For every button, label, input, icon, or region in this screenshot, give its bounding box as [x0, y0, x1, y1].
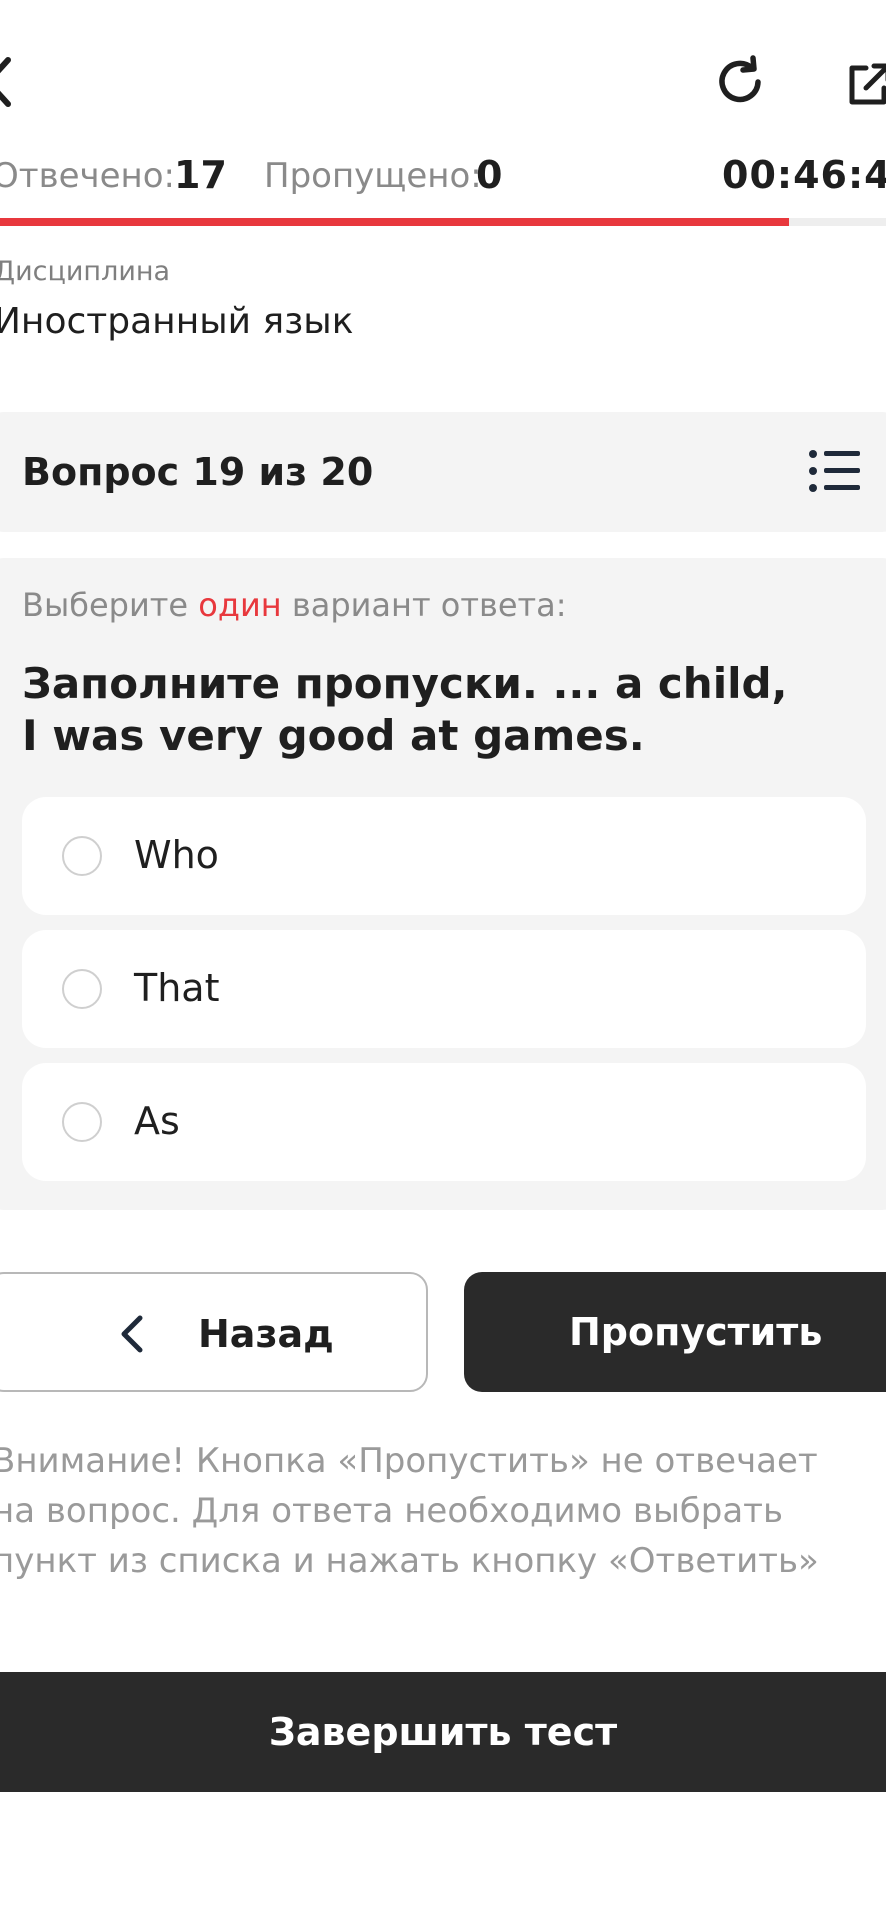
skip-notice: Внимание! Кнопка «Пропустить» не отвечае…	[0, 1441, 819, 1581]
skip-button[interactable]: Пропустить	[464, 1272, 886, 1392]
back-button[interactable]: Назад	[0, 1272, 428, 1392]
list-icon[interactable]	[808, 448, 860, 494]
progress-fill	[0, 218, 789, 226]
answer-option[interactable]: That	[22, 930, 866, 1048]
skip-button-label: Пропустить	[569, 1310, 823, 1354]
option-label: As	[134, 1099, 180, 1143]
instruction-text-end: вариант ответа:	[281, 586, 567, 624]
finish-test-button[interactable]: Завершить тест	[0, 1672, 886, 1792]
skipped-count: 0	[476, 153, 503, 197]
instruction-accent: один	[198, 586, 282, 624]
finish-test-label: Завершить тест	[268, 1710, 618, 1754]
radio-button[interactable]	[62, 969, 102, 1009]
skipped-label: Пропущено:	[264, 156, 482, 196]
question-text: Заполните пропуски. ... a child, I was v…	[22, 659, 788, 760]
option-label: Who	[134, 833, 219, 877]
chevron-left-icon	[116, 1314, 146, 1354]
answer-option[interactable]: Who	[22, 797, 866, 915]
timer: 00:46:45	[722, 153, 886, 197]
answer-option[interactable]: As	[22, 1063, 866, 1181]
discipline-caption: Дисциплина	[0, 256, 171, 287]
answered-count: 17	[174, 153, 227, 197]
question-number: Вопрос 19 из 20	[22, 450, 374, 494]
radio-button[interactable]	[62, 1102, 102, 1142]
answer-instruction: Выберите один вариант ответа:	[22, 586, 567, 624]
refresh-icon[interactable]	[712, 54, 768, 110]
external-link-icon[interactable]	[844, 60, 886, 108]
option-label: That	[134, 966, 220, 1010]
discipline-name: Иностранный язык	[0, 301, 354, 342]
instruction-text: Выберите	[22, 586, 199, 624]
radio-button[interactable]	[62, 836, 102, 876]
back-button-label: Назад	[198, 1312, 334, 1356]
answered-label: Отвечено:	[0, 156, 176, 196]
progress-bar	[0, 218, 886, 226]
chevron-left-icon[interactable]	[0, 52, 18, 112]
